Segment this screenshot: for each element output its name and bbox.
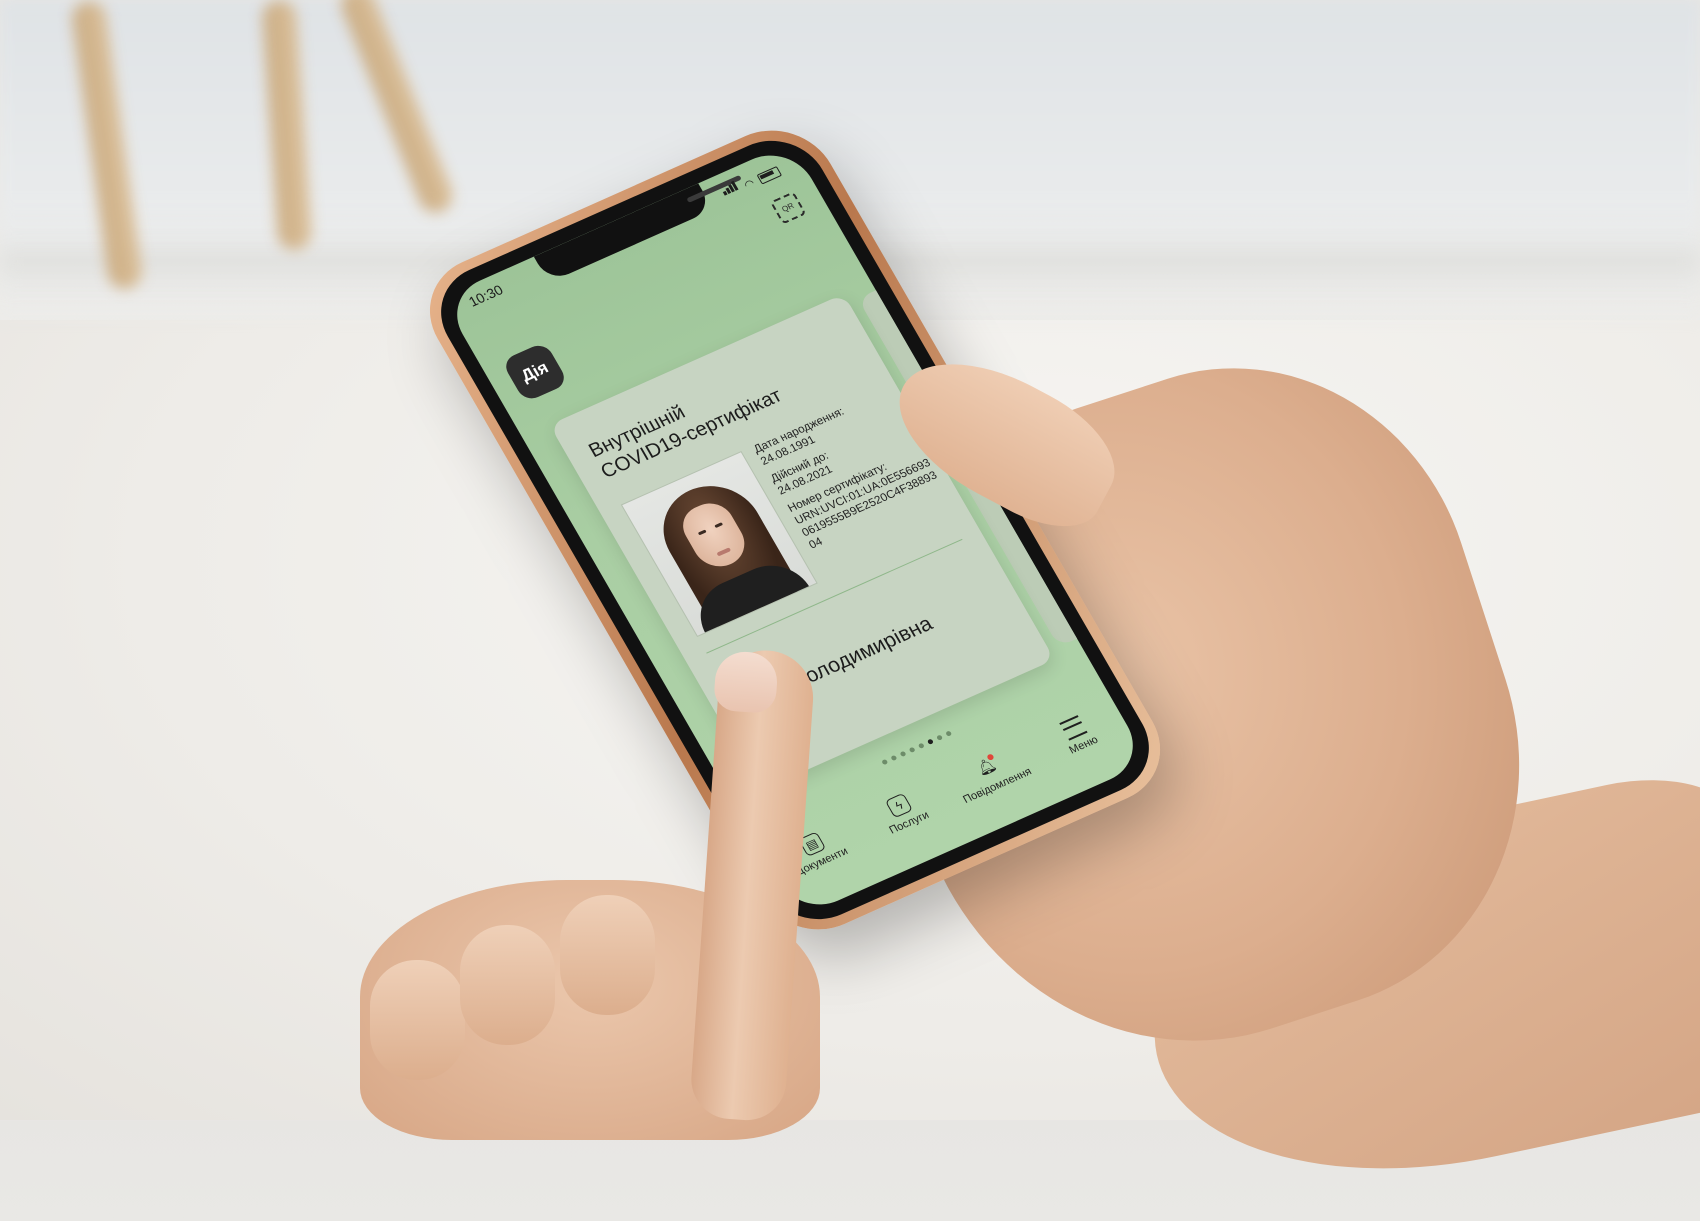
- page-indicator[interactable]: [881, 730, 953, 766]
- page-dot[interactable]: [926, 738, 934, 745]
- diia-logo[interactable]: Дія: [501, 341, 570, 403]
- qr-scan-icon[interactable]: QR: [769, 191, 807, 225]
- wifi-icon: ◠: [742, 177, 758, 192]
- left-knuckle: [370, 960, 465, 1080]
- page-dot[interactable]: [890, 754, 898, 762]
- page-dot[interactable]: [899, 750, 907, 758]
- battery-icon: [756, 166, 783, 185]
- left-knuckle: [460, 925, 555, 1045]
- signal-icon: [719, 178, 743, 200]
- page-dot[interactable]: [945, 730, 953, 737]
- page-dot[interactable]: [881, 758, 889, 766]
- notifications-icon: 🔔︎: [971, 753, 1002, 781]
- left-knuckle: [560, 895, 655, 1015]
- services-icon: ϟ: [885, 792, 914, 819]
- page-dot[interactable]: [936, 734, 944, 741]
- menu-icon: [1059, 714, 1088, 741]
- status-time: 10:30: [465, 281, 506, 310]
- notification-badge: [985, 753, 995, 762]
- page-dot[interactable]: [917, 742, 925, 749]
- page-dot[interactable]: [908, 746, 916, 754]
